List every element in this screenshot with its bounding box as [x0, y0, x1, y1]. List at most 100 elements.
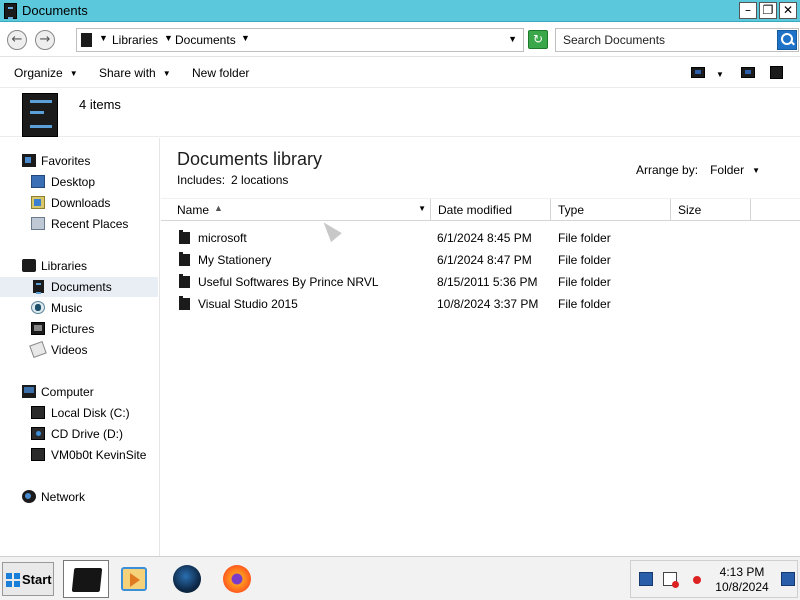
change-view-icon[interactable]: [691, 67, 705, 78]
forward-arrow-icon: →: [39, 32, 51, 47]
favorites-star-icon: [22, 154, 36, 167]
sort-ascending-icon: ▲: [214, 203, 223, 213]
windows-logo-icon: [6, 573, 20, 587]
nav-item-documents[interactable]: Documents: [0, 277, 158, 297]
action-center-icon[interactable]: [781, 572, 795, 586]
nav-item-local-disk[interactable]: Local Disk (C:): [0, 403, 158, 423]
nav-item-label: CD Drive (D:): [51, 427, 123, 441]
address-bar: ← → ▼ Libraries ▼ Documents ▼ ▼ ↻: [0, 23, 800, 57]
view-options-dropdown[interactable]: ▼: [716, 67, 724, 81]
organize-menu[interactable]: Organize ▼: [14, 66, 78, 80]
file-name: My Stationery: [198, 253, 272, 267]
nav-item-recent-places[interactable]: Recent Places: [0, 214, 158, 234]
back-button[interactable]: ←: [7, 30, 27, 50]
breadcrumb-separator-icon[interactable]: ▼: [241, 33, 250, 43]
column-filter-dropdown-icon[interactable]: ▼: [418, 204, 426, 213]
close-button[interactable]: ✕: [779, 2, 797, 19]
share-with-menu[interactable]: Share with ▼: [99, 66, 171, 80]
clock-date: 10/8/2024: [715, 580, 769, 594]
organize-label: Organize: [14, 66, 63, 80]
nav-item-label: Recent Places: [51, 217, 129, 231]
column-header-name[interactable]: Name ▲ ▼: [161, 199, 431, 221]
address-history-dropdown-icon[interactable]: ▼: [508, 34, 517, 44]
nav-item-label: Desktop: [51, 175, 96, 189]
address-box[interactable]: ▼ Libraries ▼ Documents ▼ ▼: [76, 28, 524, 52]
file-type: File folder: [558, 231, 611, 245]
new-folder-button[interactable]: New folder: [192, 66, 249, 80]
file-row[interactable]: Visual Studio 2015 10/8/2024 3:37 PM Fil…: [161, 293, 800, 315]
nav-item-music[interactable]: Music: [0, 298, 158, 318]
firefox-icon: [223, 565, 251, 593]
clock[interactable]: 4:13 PM 10/8/2024: [713, 565, 771, 595]
restore-button[interactable]: ❐: [759, 2, 777, 19]
nav-item-cd-drive[interactable]: CD Drive (D:): [0, 424, 158, 444]
file-name: microsoft: [198, 231, 247, 245]
nav-item-downloads[interactable]: Downloads: [0, 193, 158, 213]
library-location-icon: [81, 33, 92, 47]
input-language-icon[interactable]: [639, 572, 653, 586]
refresh-icon: ↻: [532, 32, 544, 46]
column-header-date-modified[interactable]: Date modified: [431, 199, 551, 221]
file-type: File folder: [558, 253, 611, 267]
file-date-modified: 6/1/2024 8:47 PM: [437, 253, 532, 267]
network-status-icon[interactable]: [663, 572, 679, 588]
taskbar-firefox[interactable]: [214, 560, 260, 598]
file-row[interactable]: microsoft 6/1/2024 8:45 PM File folder: [161, 227, 800, 249]
breadcrumb-separator-icon[interactable]: ▼: [99, 33, 108, 43]
search-icon[interactable]: [777, 30, 797, 50]
breadcrumb-libraries[interactable]: Libraries: [112, 33, 158, 47]
desktop-icon: [31, 175, 45, 188]
forward-button[interactable]: →: [35, 30, 55, 50]
nav-favorites[interactable]: Favorites: [0, 151, 158, 171]
nav-item-label: Downloads: [51, 196, 111, 210]
pictures-icon: [31, 322, 45, 335]
taskbar-globe-browser[interactable]: [164, 560, 210, 598]
column-name-label: Name: [177, 203, 210, 217]
file-name: Visual Studio 2015: [198, 297, 298, 311]
chevron-down-icon[interactable]: ▼: [752, 166, 760, 175]
videos-icon: [29, 340, 47, 359]
search-input[interactable]: [556, 29, 776, 51]
breadcrumb-separator-icon[interactable]: ▼: [164, 33, 173, 43]
nav-item-desktop[interactable]: Desktop: [0, 172, 158, 192]
library-title: Documents library: [177, 149, 323, 169]
nav-computer[interactable]: Computer: [0, 382, 158, 402]
nav-network[interactable]: Network: [0, 487, 158, 507]
preview-pane-icon[interactable]: [741, 67, 755, 78]
file-explorer-icon: [71, 568, 103, 592]
column-size-label: Size: [678, 203, 702, 217]
library-details-header: 4 items: [0, 89, 800, 137]
refresh-button[interactable]: ↻: [528, 30, 548, 49]
hard-disk-icon: [31, 406, 45, 419]
nav-item-videos[interactable]: Videos: [0, 340, 158, 360]
navigation-pane: Favorites Desktop Downloads Recent Place…: [0, 138, 160, 556]
back-arrow-icon: ←: [11, 32, 23, 47]
help-icon[interactable]: [770, 66, 783, 79]
taskbar-media-player[interactable]: [112, 560, 158, 598]
folder-icon: [179, 296, 190, 310]
globe-browser-icon: [173, 565, 201, 593]
start-button[interactable]: Start: [2, 562, 54, 596]
file-row[interactable]: My Stationery 6/1/2024 8:47 PM File fold…: [161, 249, 800, 271]
nav-item-label: Pictures: [51, 322, 95, 336]
start-label: Start: [22, 572, 52, 587]
error-status-icon[interactable]: [693, 576, 701, 584]
nav-libraries[interactable]: Libraries: [0, 256, 158, 276]
file-row[interactable]: Useful Softwares By Prince NRVL 8/15/201…: [161, 271, 800, 293]
libraries-icon: [22, 259, 36, 272]
nav-item-label: Videos: [51, 343, 88, 357]
nav-favorites-label: Favorites: [41, 154, 91, 168]
column-date-label: Date modified: [438, 203, 513, 217]
nav-item-network-drive[interactable]: VM0b0t KevinSite: [0, 445, 158, 465]
file-date-modified: 10/8/2024 3:37 PM: [437, 297, 539, 311]
breadcrumb-documents[interactable]: Documents: [175, 33, 236, 47]
column-header-row: Name ▲ ▼ Date modified Type Size: [161, 198, 800, 221]
file-type: File folder: [558, 297, 611, 311]
column-header-type[interactable]: Type: [551, 199, 671, 221]
column-header-size[interactable]: Size: [671, 199, 751, 221]
minimize-button[interactable]: –: [739, 2, 757, 19]
locations-link[interactable]: 2 locations: [231, 173, 288, 187]
nav-item-pictures[interactable]: Pictures: [0, 319, 158, 339]
taskbar-file-explorer[interactable]: [63, 560, 109, 598]
arrange-by-dropdown[interactable]: Folder: [710, 163, 744, 177]
